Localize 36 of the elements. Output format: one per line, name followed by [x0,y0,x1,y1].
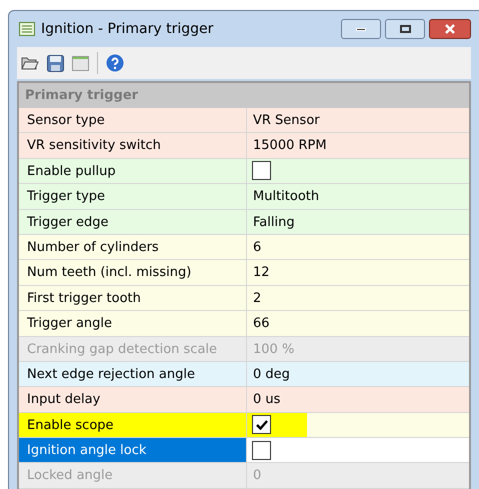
checkbox[interactable] [252,440,271,460]
property-label[interactable]: Sensor type [19,108,247,132]
checkmark-icon [256,420,268,430]
value-cell[interactable]: Multitooth [247,184,326,209]
property-label[interactable]: Ignition angle lock [19,438,247,462]
value-cell[interactable]: 2 [247,286,268,310]
value-cell[interactable]: VR Sensor [247,108,326,132]
property-label[interactable]: Num teeth (incl. missing) [19,260,247,285]
value-cell[interactable]: 0 us [247,387,286,412]
table-icon [19,22,35,36]
value-cell[interactable]: 15000 RPM [247,133,333,158]
maximize-button[interactable] [385,19,425,39]
value-cell[interactable]: 6 [247,234,268,260]
value-cell[interactable]: 0 deg [247,362,296,386]
property-label[interactable]: Trigger edge [19,210,247,234]
value-cell[interactable]: 66 [247,311,276,336]
property-label[interactable]: Trigger angle [19,311,247,336]
save-icon[interactable] [47,54,64,72]
property-label[interactable]: Next edge rejection angle [19,362,247,386]
help-icon[interactable] [106,54,124,72]
checkbox[interactable] [252,161,271,180]
minimize-button[interactable] [341,19,381,39]
window-title: Ignition - Primary trigger [41,20,214,38]
property-label[interactable]: Input delay [19,387,247,412]
property-label[interactable]: Enable scope [19,412,247,438]
close-icon [444,24,456,34]
checkbox[interactable] [252,415,271,434]
property-label[interactable]: Trigger type [19,184,247,209]
value-cell[interactable]: Falling [247,210,301,234]
section-header: Primary trigger [19,83,469,108]
property-label[interactable]: Number of cylinders [19,234,247,260]
property-label[interactable]: First trigger tooth [19,286,247,310]
folder-icon[interactable] [21,56,39,70]
close-button[interactable] [429,19,471,39]
value-cell[interactable]: 12 [247,260,276,285]
property-label[interactable]: VR sensitivity switch [19,133,247,158]
